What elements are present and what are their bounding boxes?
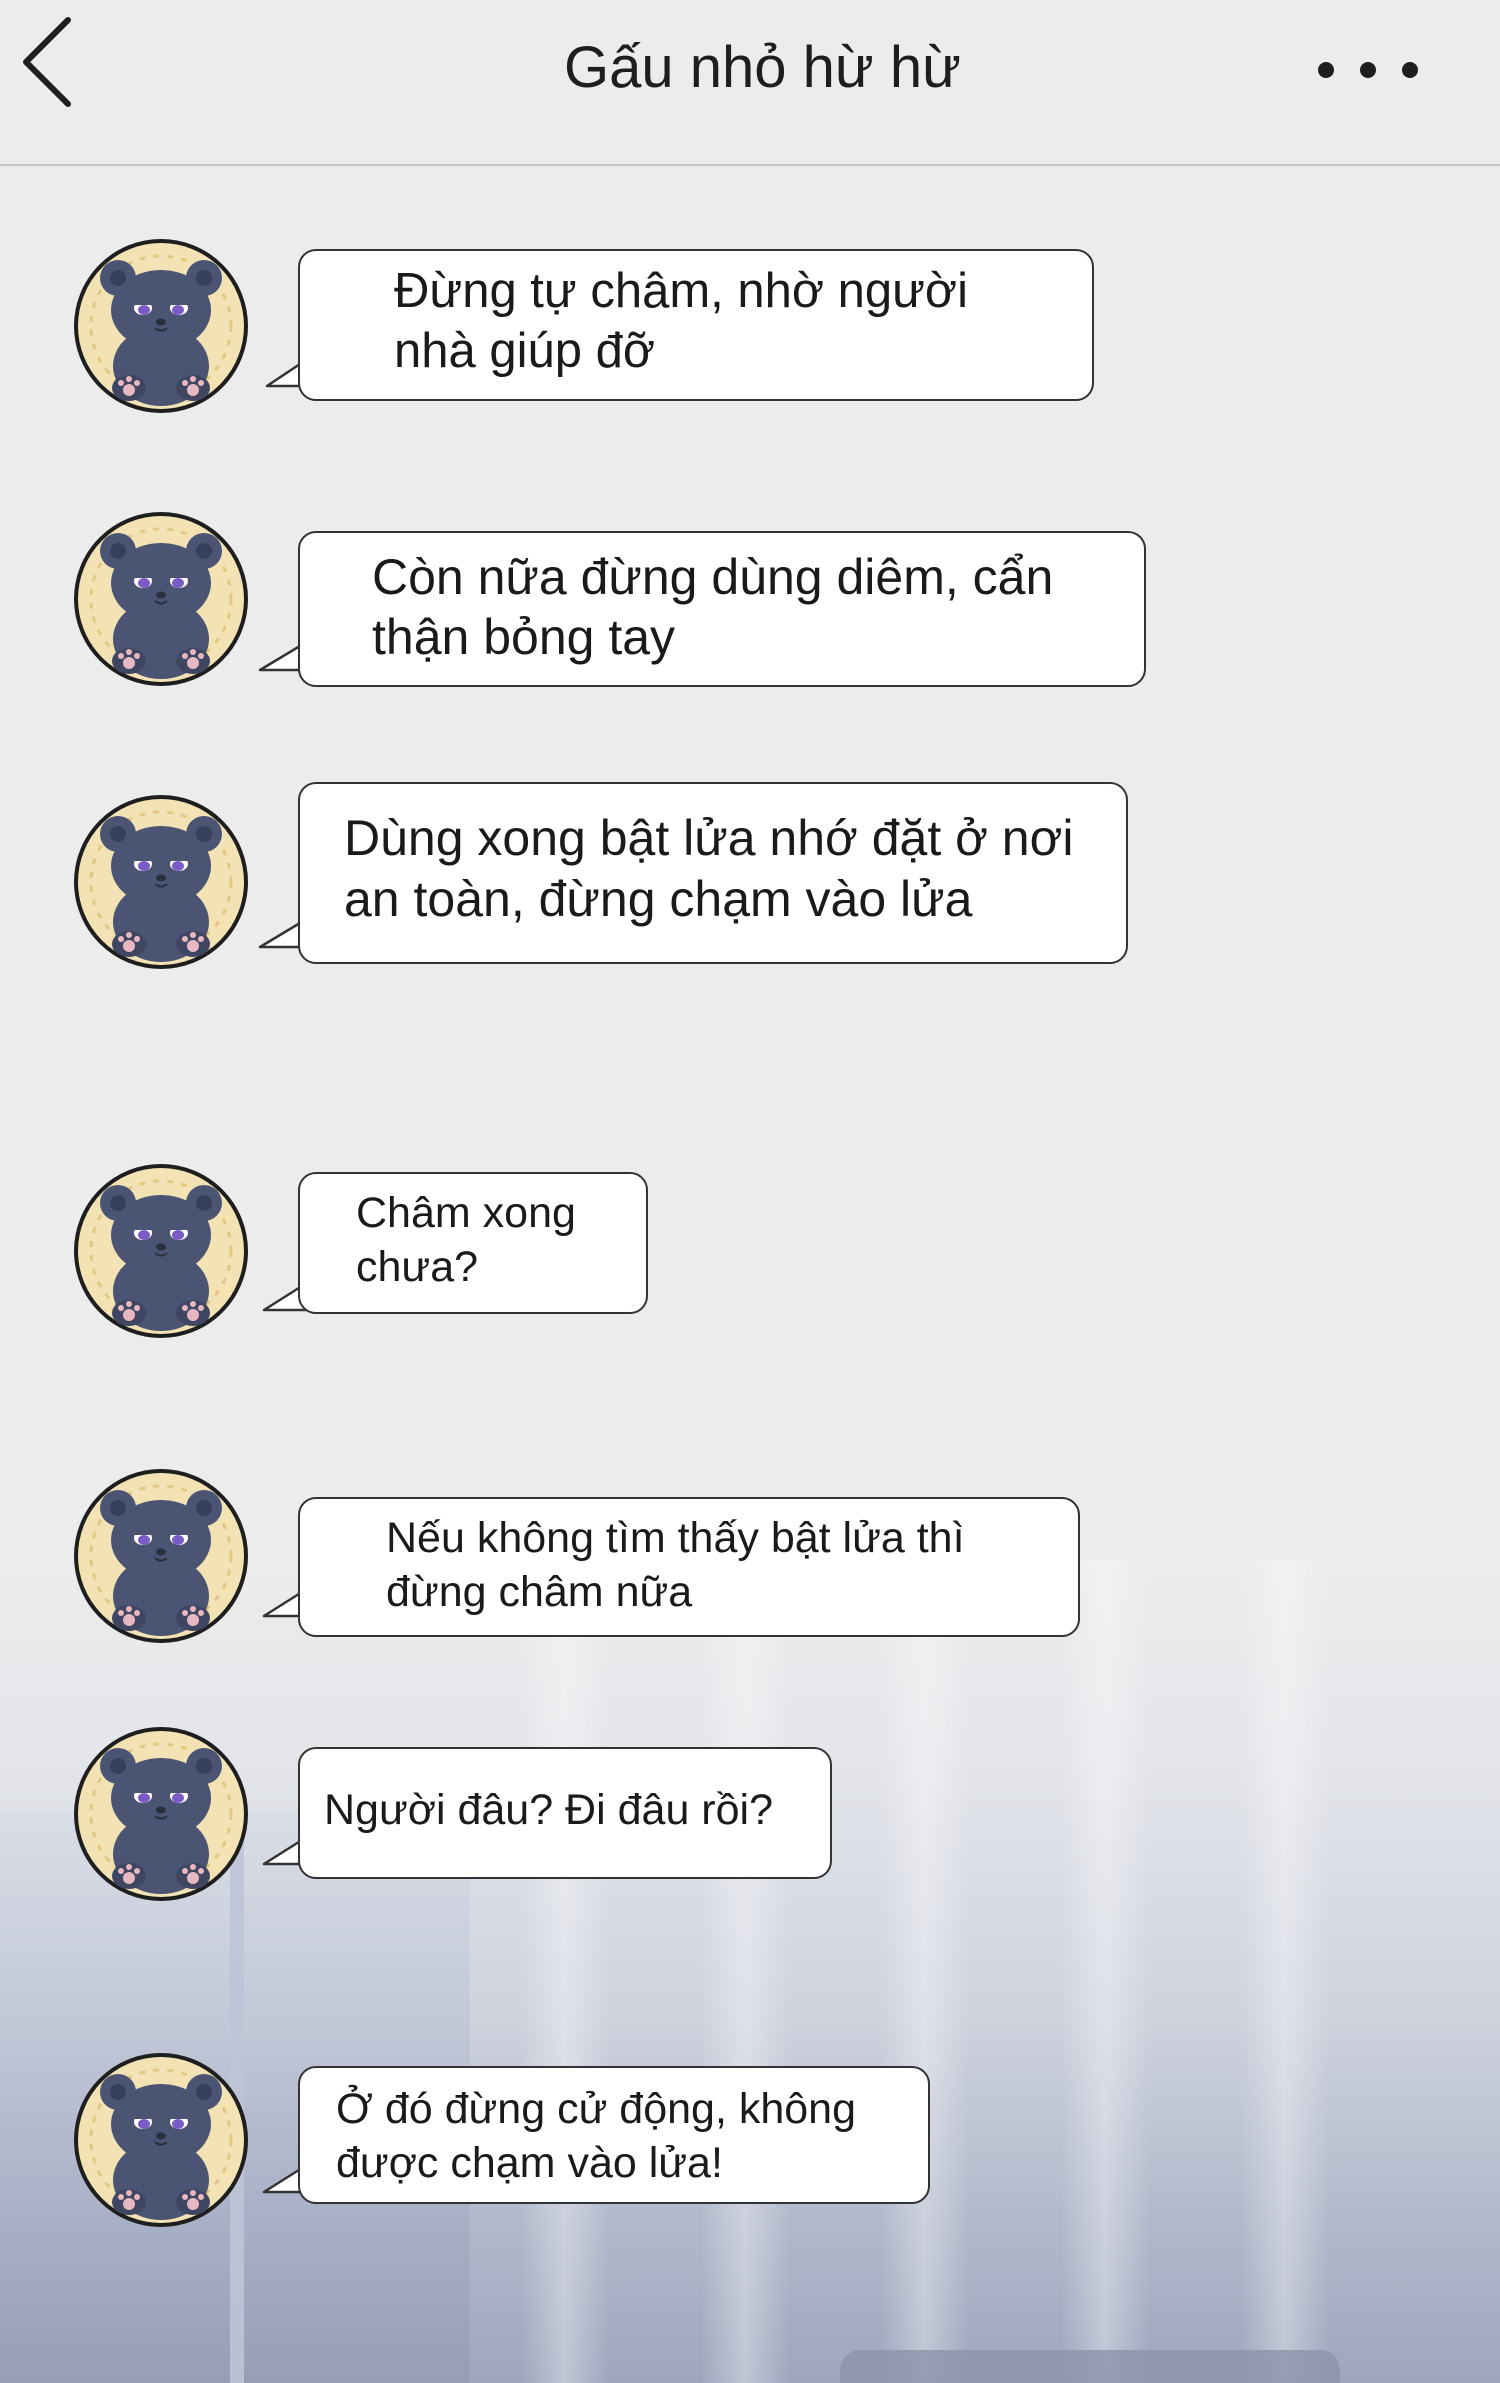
message-bubble[interactable]: Đừng tự châm, nhờ người nhà giúp đỡ — [298, 249, 1094, 401]
bear-avatar-icon[interactable] — [73, 1726, 249, 1902]
message-text: Nếu không tìm thấy bật lửa thì đừng châm… — [386, 1514, 965, 1616]
message-bubble[interactable]: Còn nữa đừng dùng diêm, cẩn thận bỏng ta… — [298, 531, 1146, 687]
bear-avatar-icon[interactable] — [73, 1163, 249, 1339]
message-text: Đừng tự châm, nhờ người nhà giúp đỡ — [394, 264, 968, 378]
message-bubble[interactable]: Nếu không tìm thấy bật lửa thì đừng châm… — [298, 1497, 1080, 1637]
curtain-fold — [1060, 1560, 1150, 2383]
background-scene — [0, 1560, 1500, 2383]
message-bubble[interactable]: Ở đó đừng cử động, không được chạm vào l… — [298, 2066, 930, 2204]
more-options-button[interactable] — [1318, 52, 1418, 92]
curtain-fold — [520, 1560, 610, 2383]
message-text: Người đâu? Đi đâu rồi? — [324, 1786, 774, 1834]
message-text: Châm xong chưa? — [356, 1189, 576, 1291]
message-text: Ở đó đừng cử động, không được chạm vào l… — [336, 2085, 857, 2187]
message-bubble[interactable]: Dùng xong bật lửa nhớ đặt ở nơi an toàn,… — [298, 782, 1128, 964]
bear-avatar-icon[interactable] — [73, 2052, 249, 2228]
message-text: Dùng xong bật lửa nhớ đặt ở nơi an toàn,… — [344, 810, 1074, 927]
message-bubble[interactable]: Người đâu? Đi đâu rồi? — [298, 1747, 832, 1879]
chat-header: Gấu nhỏ hừ hừ — [0, 0, 1500, 166]
bear-avatar-icon[interactable] — [73, 238, 249, 414]
dot — [1402, 62, 1418, 78]
message-bubble[interactable]: Châm xong chưa? — [298, 1172, 648, 1314]
background-sofa — [840, 2350, 1340, 2383]
curtain-fold — [700, 1560, 790, 2383]
dot — [1360, 62, 1376, 78]
bear-avatar-icon[interactable] — [73, 1468, 249, 1644]
message-text: Còn nữa đừng dùng diêm, cẩn thận bỏng ta… — [372, 549, 1054, 665]
bear-avatar-icon[interactable] — [73, 511, 249, 687]
curtain-fold — [880, 1560, 970, 2383]
chat-title: Gấu nhỏ hừ hừ — [564, 35, 961, 100]
curtain-fold — [1240, 1560, 1330, 2383]
bear-avatar-icon[interactable] — [73, 794, 249, 970]
dot — [1318, 62, 1334, 78]
